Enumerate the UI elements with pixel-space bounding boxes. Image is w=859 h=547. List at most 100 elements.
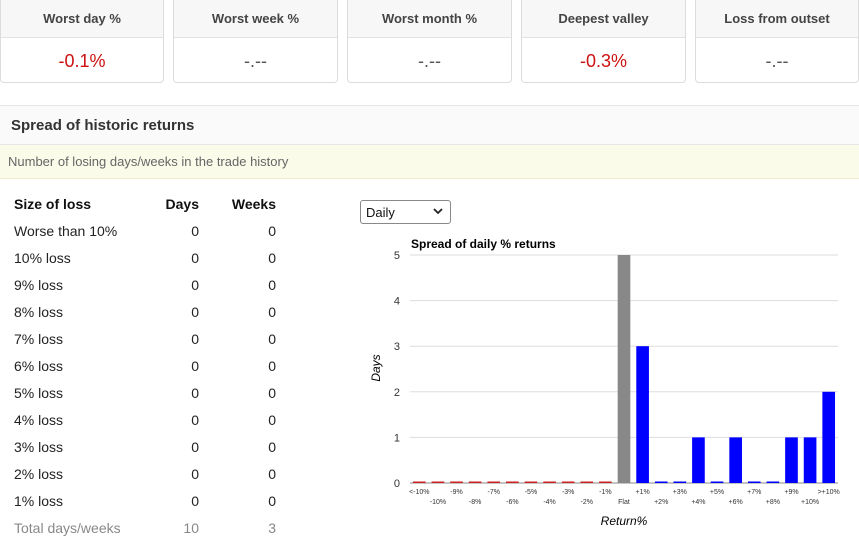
bar xyxy=(636,346,649,483)
x-tick-label: -1% xyxy=(599,489,611,496)
bar xyxy=(673,481,687,483)
stat-label: Deepest valley xyxy=(522,0,685,38)
y-tick-label: 2 xyxy=(394,387,400,399)
bar xyxy=(803,437,817,483)
loss-size-cell: 9% loss xyxy=(14,276,64,293)
bar xyxy=(785,437,798,483)
table-row: 4% loss 0 0 xyxy=(8,406,276,433)
loss-table: Size of loss Days Weeks Worse than 10% 0 0… xyxy=(8,190,276,541)
table-row: 3% loss 0 0 xyxy=(8,433,276,460)
stat-card-worst-day: Worst day % -0.1% xyxy=(0,0,164,83)
chart-y-ticks: 0 1 2 3 4 5 xyxy=(394,250,400,490)
days-cell: 0 xyxy=(191,222,199,239)
x-tick-label: Flat xyxy=(618,499,630,506)
table-header-row: Size of loss Days Weeks xyxy=(8,190,276,217)
bar xyxy=(431,481,445,483)
table-row: 7% loss 0 0 xyxy=(8,325,276,352)
stat-label: Worst day % xyxy=(1,0,163,38)
loss-size-cell: 10% loss xyxy=(14,249,71,266)
stat-label: Worst month % xyxy=(348,0,511,38)
loss-size-cell: 7% loss xyxy=(14,330,64,347)
stat-card-worst-month: Worst month % -.-- xyxy=(347,0,512,83)
x-tick-label: -9% xyxy=(450,489,462,496)
days-cell: 0 xyxy=(191,438,199,455)
chart-bars xyxy=(412,255,836,483)
y-axis-label: Days xyxy=(369,354,383,381)
bar xyxy=(524,481,538,483)
x-tick-label: +10% xyxy=(801,499,819,506)
stat-card-worst-week: Worst week % -.-- xyxy=(173,0,338,83)
daily-returns-chart: Spread of daily % returns Days Return% 0… xyxy=(369,237,840,528)
stat-value: -.-- xyxy=(418,50,441,71)
days-cell: 0 xyxy=(191,384,199,401)
days-cell: 0 xyxy=(191,357,199,374)
days-cell: 0 xyxy=(191,465,199,482)
bar xyxy=(599,481,612,483)
x-tick-label: +5% xyxy=(710,489,724,496)
bar xyxy=(487,481,501,483)
bar xyxy=(729,437,742,483)
loss-size-cell: 4% loss xyxy=(14,411,64,428)
table-row: 10% loss 0 0 xyxy=(8,244,276,271)
table-row: 5% loss 0 0 xyxy=(8,379,276,406)
weeks-cell: 0 xyxy=(268,384,276,401)
period-select[interactable]: Daily xyxy=(360,200,451,224)
bar xyxy=(692,437,705,483)
table-row: 1% loss 0 0 xyxy=(8,487,276,514)
y-tick-label: 1 xyxy=(394,432,400,444)
x-tick-label: +7% xyxy=(747,489,761,496)
weeks-cell: 0 xyxy=(268,411,276,428)
bar xyxy=(468,481,482,483)
days-cell: 0 xyxy=(191,330,199,347)
loss-size-cell: 5% loss xyxy=(14,384,64,401)
chevron-down-icon xyxy=(433,208,443,215)
bar xyxy=(561,481,575,483)
days-cell: 0 xyxy=(191,303,199,320)
stat-value: -.-- xyxy=(244,50,267,71)
x-tick-label: +1% xyxy=(635,489,649,496)
x-tick-label: -4% xyxy=(543,499,555,506)
stat-label: Loss from outset xyxy=(696,0,858,38)
y-tick-label: 0 xyxy=(394,478,400,490)
bar xyxy=(617,255,631,483)
days-cell: 0 xyxy=(191,276,199,293)
weeks-cell: 0 xyxy=(268,357,276,374)
table-row: 8% loss 0 0 xyxy=(8,298,276,325)
stats-row: Worst day % -0.1% Worst week % -.-- Wors… xyxy=(0,0,859,85)
days-cell: 0 xyxy=(191,249,199,266)
section-title: Spread of historic returns xyxy=(0,105,859,145)
period-select-value: Daily xyxy=(366,204,395,220)
stat-value: -.-- xyxy=(765,50,789,71)
stat-label: Worst week % xyxy=(174,0,337,38)
y-tick-label: 3 xyxy=(394,341,400,353)
info-bar: Number of losing days/weeks in the trade… xyxy=(0,145,859,179)
loss-size-cell: 3% loss xyxy=(14,438,64,455)
x-tick-label: +2% xyxy=(654,499,668,506)
days-cell: 0 xyxy=(191,492,199,509)
x-tick-label: >+10% xyxy=(818,489,840,496)
chart-title: Spread of daily % returns xyxy=(411,237,556,251)
loss-size-cell: 1% loss xyxy=(14,492,64,509)
loss-size-cell: 2% loss xyxy=(14,465,64,482)
x-tick-label: -6% xyxy=(506,499,518,506)
loss-size-cell: Worse than 10% xyxy=(14,222,118,239)
bar xyxy=(580,481,594,483)
bar xyxy=(450,481,463,483)
weeks-cell: 0 xyxy=(268,492,276,509)
weeks-cell: 0 xyxy=(268,222,276,239)
x-tick-label: +6% xyxy=(729,499,743,506)
stat-value: -0.3% xyxy=(579,50,628,71)
x-tick-label: -2% xyxy=(581,499,593,506)
y-tick-label: 4 xyxy=(394,296,400,308)
x-tick-label: +9% xyxy=(784,489,798,496)
stat-card-loss-from-outset: Loss from outset -.-- xyxy=(695,0,859,83)
chart-x-ticks: <-10%-10% -9% -8% -7% -6% -5% -4% -3% -2% -1% Flat… xyxy=(409,489,840,506)
x-tick-label: <-10% xyxy=(409,489,429,496)
table-row: 9% loss 0 0 xyxy=(8,271,276,298)
weeks-cell: 0 xyxy=(268,249,276,266)
weeks-cell: 0 xyxy=(268,330,276,347)
bar xyxy=(654,481,668,483)
total-weeks: 3 xyxy=(268,519,276,536)
x-axis-label: Return% xyxy=(601,514,648,528)
stat-card-deepest-valley: Deepest valley -0.3% xyxy=(521,0,686,83)
